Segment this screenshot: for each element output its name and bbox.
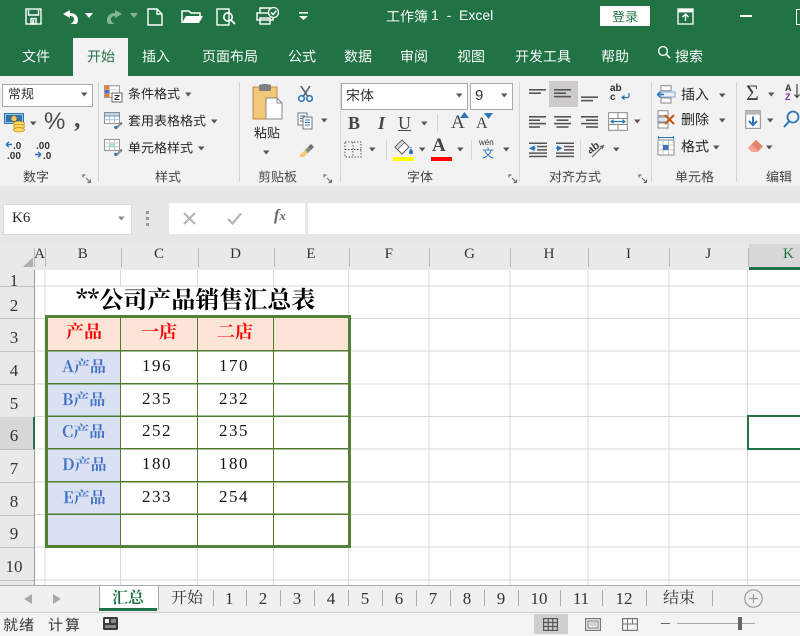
svg-text:.0: .0 (43, 151, 52, 160)
svg-text:.00: .00 (7, 151, 21, 160)
